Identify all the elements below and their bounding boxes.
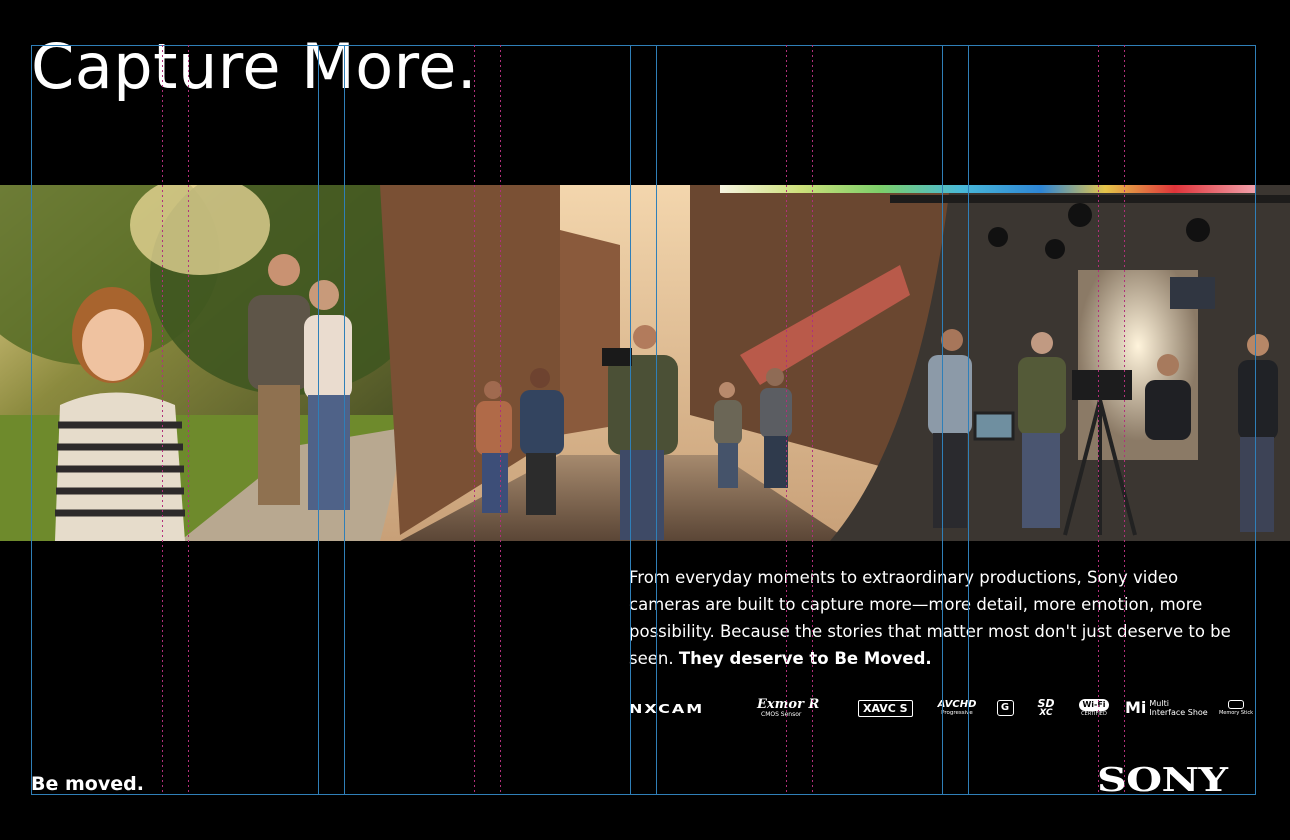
exmor-r-logo: Exmor R CMOS Sensor bbox=[757, 697, 820, 718]
multi-interface-shoe-logo: Mi Multi Interface Shoe bbox=[1125, 698, 1208, 717]
photo-strip bbox=[0, 185, 1290, 541]
wifi-certified-logo: Wi-Fi CERTIFIED bbox=[1079, 698, 1109, 717]
sdxc-logo: SD XC bbox=[1037, 696, 1055, 718]
avchd-progressive-logo: AVCHD Progressive bbox=[937, 699, 977, 716]
technology-logos: NXCAM Exmor R CMOS Sensor XAVC S AVCHD P… bbox=[629, 694, 1255, 722]
color-spectrum-bar bbox=[720, 185, 1255, 193]
body-emphasis: They deserve to Be Moved. bbox=[678, 649, 932, 668]
memory-stick-logo: Memory Stick bbox=[1217, 694, 1255, 722]
headline: Capture More. bbox=[31, 30, 478, 103]
park-scene bbox=[0, 185, 430, 541]
g-lens-logo: G bbox=[995, 694, 1015, 722]
nxcam-logo: NXCAM bbox=[629, 700, 705, 716]
body-copy: From everyday moments to extraordinary p… bbox=[629, 564, 1254, 672]
memory-stick-icon bbox=[1228, 699, 1244, 709]
tagline: Be moved. bbox=[31, 773, 144, 795]
street-scene bbox=[380, 185, 950, 541]
xavc-s-logo: XAVC S bbox=[858, 694, 916, 722]
sony-logo: SONY bbox=[1097, 760, 1228, 799]
